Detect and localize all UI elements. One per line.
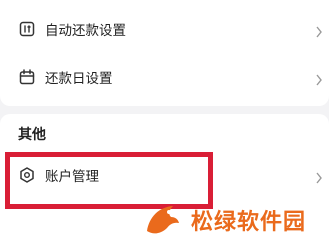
chevron-right-icon <box>315 23 323 38</box>
watermark: 松绿软件园 <box>143 199 329 241</box>
calendar-icon <box>19 69 35 85</box>
watermark-logo-icon <box>143 201 183 237</box>
auto-repay-icon <box>19 21 35 37</box>
other-section-title: 其他 <box>18 127 46 143</box>
repay-day-settings-row[interactable]: 还款日设置 <box>0 57 329 97</box>
chevron-right-icon <box>315 71 323 86</box>
chevron-right-icon <box>315 169 323 184</box>
auto-repay-settings-row[interactable]: 自动还款设置 <box>0 9 329 49</box>
auto-repay-settings-label: 自动还款设置 <box>45 23 126 39</box>
repay-day-settings-label: 还款日设置 <box>45 71 113 87</box>
watermark-text: 松绿软件园 <box>191 210 307 235</box>
